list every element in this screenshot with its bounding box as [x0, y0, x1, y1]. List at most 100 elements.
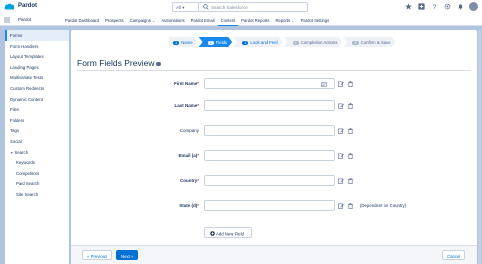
sidebar-item-keywords[interactable]: Keywords: [5, 157, 69, 168]
info-icon[interactable]: [156, 61, 161, 66]
global-add-icon[interactable]: [417, 2, 426, 11]
sidebar-item-landing-pages[interactable]: Landing Pages: [5, 62, 69, 73]
delete-icon[interactable]: [347, 102, 353, 109]
tab-prospects[interactable]: Prospects: [102, 14, 127, 26]
delete-icon[interactable]: [347, 127, 353, 134]
contact-card-icon[interactable]: [321, 81, 327, 88]
delete-icon[interactable]: [347, 202, 353, 209]
field-actions: [338, 202, 353, 209]
delete-icon[interactable]: [347, 152, 353, 159]
delete-icon[interactable]: [347, 177, 353, 184]
page-title-text: Form Fields Preview: [77, 58, 155, 68]
edit-icon[interactable]: [338, 80, 344, 87]
sidebar-item-label: Competitors: [16, 170, 40, 176]
global-header: Pardot All ▾ Search Salesforce ?: [0, 0, 482, 14]
sidebar-item-layout-templates[interactable]: Layout Templates: [5, 51, 69, 62]
next-button[interactable]: Next »: [116, 250, 139, 260]
utility-icons: ?: [404, 2, 478, 11]
chevron-down-icon[interactable]: ⌄: [291, 18, 295, 23]
edit-icon[interactable]: [338, 177, 344, 184]
sidebar-item-label: Forms: [10, 33, 23, 38]
step-number-badge: 1: [175, 41, 178, 45]
tab-label: Pardot Email: [190, 18, 215, 23]
sidebar-item-label: Paid Search: [16, 181, 40, 187]
wizard-step-fields[interactable]: 2 Fields: [199, 37, 233, 47]
edit-icon[interactable]: [338, 102, 344, 109]
app-launcher-icon[interactable]: [4, 17, 10, 23]
add-new-field-button[interactable]: Add New Field: [204, 227, 252, 238]
email-a-input[interactable]: [204, 150, 335, 161]
edit-icon[interactable]: [338, 127, 344, 134]
sidebar-item-label: Custom Redirects: [10, 85, 45, 91]
tab-label: Prospects: [105, 18, 124, 23]
user-avatar[interactable]: [469, 2, 478, 11]
page-scrollbar[interactable]: [478, 30, 481, 264]
expand-triangle-icon[interactable]: ▼: [10, 151, 13, 155]
previous-button[interactable]: « Previous: [82, 250, 113, 260]
sidebar-item-search[interactable]: ▼Search: [5, 147, 69, 158]
main-panel: 1 Name 2 Fields 3 Look and Feel 4 Completion Ac…: [71, 30, 477, 264]
sidebar-item-label: Landing Pages: [10, 64, 39, 70]
search-scope-select[interactable]: All ▾: [172, 2, 199, 12]
field-actions: [338, 152, 353, 159]
app-navigation-bar: Pardot Pardot Dashboard Prospects Campaign…: [0, 14, 482, 26]
delete-icon[interactable]: [347, 80, 353, 87]
sidebar-item-form-handlers[interactable]: Form Handlers: [5, 41, 69, 52]
help-icon[interactable]: ?: [430, 2, 439, 11]
sidebar: Forms Form Handlers Layout Templates Landin…: [5, 30, 69, 264]
sidebar-item-label: Multivariate Tests: [10, 75, 44, 81]
sidebar-item-competitors[interactable]: Competitors: [5, 168, 69, 179]
first-name-input[interactable]: [204, 78, 335, 89]
company-input[interactable]: [204, 125, 335, 136]
wizard-progress: 1 Name 2 Fields 3 Look and Feel 4 Completion Ac…: [169, 37, 397, 47]
field-actions: [338, 177, 353, 184]
tab-campaigns[interactable]: Campaigns⌄: [127, 14, 159, 26]
salesforce-cloud-logo[interactable]: [4, 2, 15, 11]
sidebar-item-site-search[interactable]: Site Search: [5, 189, 69, 200]
sidebar-item-label: Dynamic Content: [10, 96, 43, 102]
search-icon: [203, 4, 209, 10]
wizard-step-look-and-feel[interactable]: 3 Look and Feel: [233, 37, 282, 47]
field-row-first-name: First Name*: [71, 78, 477, 90]
step-label: Confirm & Save: [360, 40, 391, 45]
sidebar-item-dynamic-content[interactable]: Dynamic Content: [5, 94, 69, 105]
tab-pardot-email[interactable]: Pardot Email: [188, 14, 218, 26]
state-d-input[interactable]: [204, 200, 335, 211]
tab-pardot-settings[interactable]: Pardot Settings: [298, 14, 333, 26]
sidebar-item-label: Folders: [10, 117, 25, 123]
favorites-star-icon[interactable]: [404, 2, 413, 11]
step-label: Name: [181, 40, 193, 45]
sidebar-item-forms[interactable]: Forms: [5, 30, 69, 41]
wizard-step-name[interactable]: 1 Name: [169, 37, 198, 47]
wizard-step-completion-actions[interactable]: 4 Completion Actions: [284, 37, 343, 47]
sidebar-item-label: Search: [14, 149, 29, 155]
sidebar-item-social[interactable]: Social: [5, 136, 69, 147]
edit-icon[interactable]: [338, 202, 344, 209]
country-input[interactable]: [204, 175, 335, 186]
sidebar-item-label: Form Handlers: [10, 43, 39, 49]
cancel-button[interactable]: Cancel: [442, 250, 466, 260]
search-input[interactable]: Search Salesforce: [199, 2, 308, 12]
sidebar-item-paid-search[interactable]: Paid Search: [5, 178, 69, 189]
last-name-input[interactable]: [204, 100, 335, 111]
tab-label: Pardot Settings: [300, 18, 330, 23]
sidebar-item-custom-redirects[interactable]: Custom Redirects: [5, 83, 69, 94]
sidebar-item-multivariate-tests[interactable]: Multivariate Tests: [5, 72, 69, 83]
edit-icon[interactable]: [338, 152, 344, 159]
wizard-step-confirm-save[interactable]: 5 Confirm & Save: [343, 37, 395, 47]
tab-automations[interactable]: Automations: [158, 14, 187, 26]
required-asterisk: *: [197, 81, 199, 86]
tab-reports[interactable]: Reports⌄: [272, 14, 297, 26]
tab-pardot-reports[interactable]: Pardot Reports: [238, 14, 272, 26]
tab-content[interactable]: Content: [217, 14, 239, 26]
sidebar-item-tags[interactable]: Tags: [5, 125, 69, 136]
sidebar-item-files[interactable]: Files: [5, 104, 69, 115]
notifications-bell-icon[interactable]: [456, 2, 465, 11]
sidebar-item-folders[interactable]: Folders: [5, 115, 69, 126]
tab-pardot-dashboard[interactable]: Pardot Dashboard: [62, 14, 102, 26]
tab-label: Reports: [275, 18, 291, 23]
field-label: First Name*: [174, 81, 199, 86]
field-label-text: Last Name: [174, 103, 198, 108]
gear-icon[interactable]: [443, 2, 452, 11]
chevron-down-icon[interactable]: ⌄: [152, 18, 156, 23]
